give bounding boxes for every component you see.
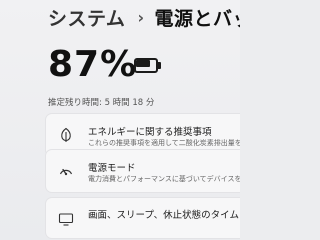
power-mode-title: 電源モード [88,163,136,174]
estimated-time-remaining: 推定残り時間: 5 時間 18 分 [48,98,155,108]
breadcrumb-separator: › [137,8,145,27]
page-title: 電源とバッテリー [154,8,240,30]
energy-recommendations-title: エネルギーに関する推奨事項 [88,127,212,138]
breadcrumb: システム › 電源とバッテリー [48,4,240,31]
screen-sleep-timeout-title: 画面、スリープ、休止状態のタイムアウト [88,210,240,221]
battery-icon [134,58,162,73]
battery-terminal [158,62,161,69]
settings-window: システム › 電源とバッテリー 87% 推定残り時間: 5 時間 18 分 エネ… [0,0,240,240]
power-mode-description: 電力消費とパフォーマンスに基づいてデバイスを最適化 [88,175,240,183]
power-mode-card[interactable]: 電源モード 電力消費とパフォーマンスに基づいてデバイスを最適化 [46,150,240,192]
screen-sleep-timeout-card[interactable]: 画面、スリープ、休止状態のタイムアウト [46,198,240,238]
battery-percentage: 87% [48,44,138,85]
energy-recommendations-description: これらの推奨事項を適用して二酸化炭素排出量を [88,139,240,147]
power-mode-icon [58,163,74,179]
screen-sleep-icon [58,211,74,227]
breadcrumb-system-link[interactable]: システム [48,4,125,31]
battery-level-fill [136,60,150,67]
leaf-icon [58,127,74,143]
